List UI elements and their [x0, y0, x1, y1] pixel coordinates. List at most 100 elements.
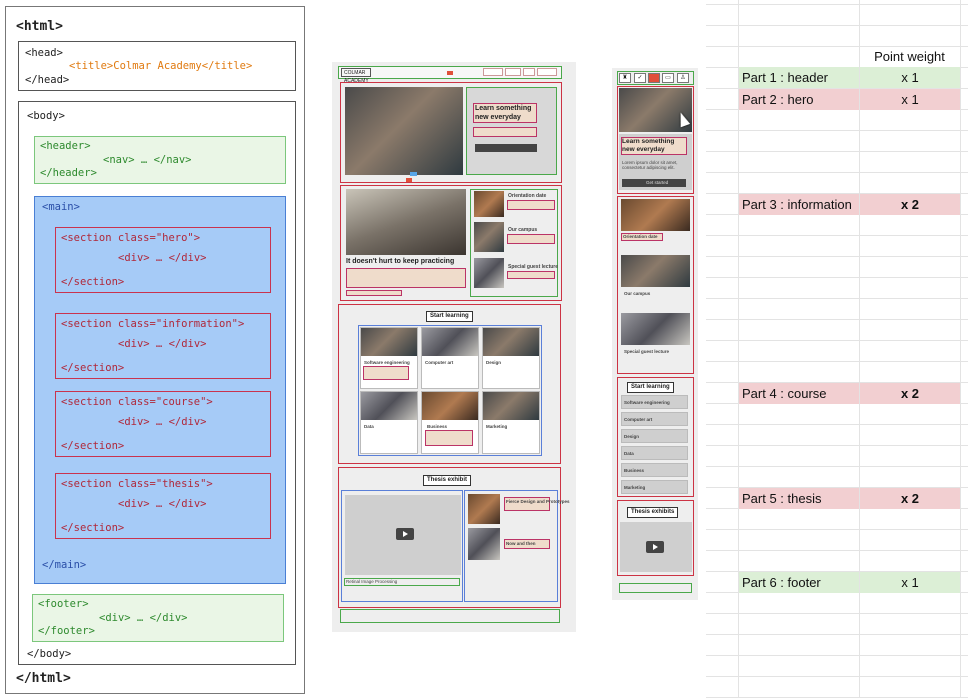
section-course-close: </section>: [61, 440, 125, 452]
row-header-part[interactable]: Part 1 : header: [739, 67, 859, 88]
course-business: Business: [427, 424, 448, 429]
marker: [447, 71, 453, 75]
section-course-box: <section class="course"> <div> … </div> …: [55, 391, 271, 457]
body-box: <body> <header> <nav> … </nav> </header>…: [18, 101, 296, 665]
desktop-info-heading: It doesn't hurt to keep practicing: [346, 258, 455, 265]
nav-tag: <nav> … </nav>: [103, 154, 192, 166]
point-weight-sheet: Point weight Part 1 : header x 1 Part 2 …: [706, 0, 968, 698]
mobile-course-computer-art: Computer art: [624, 417, 653, 422]
section-thesis-close: </section>: [61, 522, 125, 534]
section-thesis-open: <section class="thesis">: [61, 478, 213, 490]
head-box: <head> <title>Colmar Academy</title> </h…: [18, 41, 296, 91]
desktop-nav-item: [483, 68, 503, 76]
html-close-tag: </html>: [16, 671, 71, 686]
check-icon[interactable]: ✓: [634, 73, 646, 83]
footer-box: <footer> <div> … </div> </footer>: [32, 594, 284, 642]
header-box: <header> <nav> … </nav> </header>: [34, 136, 286, 184]
course-photo: [422, 392, 478, 420]
info-text-box: [346, 268, 466, 288]
footer-open-tag: <footer>: [38, 598, 89, 610]
section-hero-box: <section class="hero"> <div> … </div> </…: [55, 227, 271, 293]
mobile-course-design: Design: [624, 434, 640, 439]
row-course-weight[interactable]: x 2: [860, 383, 960, 404]
video-icon[interactable]: [648, 73, 660, 83]
mobile-play-icon[interactable]: [646, 541, 664, 553]
campus-photo: [474, 222, 504, 252]
info-item-orientation: Orientation date: [508, 193, 547, 199]
mobile-guest-photo: [621, 313, 690, 345]
row-course-part[interactable]: Part 4 : course: [739, 383, 859, 404]
row-thesis-part[interactable]: Part 5 : thesis: [739, 488, 859, 509]
section-thesis-div: <div> … </div>: [118, 498, 207, 510]
title-tag: <title>Colmar Academy</title>: [69, 60, 253, 72]
hero-text-box: [473, 127, 537, 137]
marker: [410, 172, 417, 176]
guest-lecture-photo: [474, 258, 504, 288]
hero-photo: [345, 87, 463, 175]
footer-div-tag: <div> … </div>: [99, 612, 188, 624]
mobile-orientation-photo: [621, 199, 690, 231]
course-photo: [483, 328, 539, 356]
orientation-photo: [474, 191, 504, 217]
sheet-header[interactable]: Point weight: [859, 46, 960, 67]
info-item-guest-lecture: Special guest lecture: [508, 264, 559, 270]
mobile-course-data: Data: [624, 451, 634, 456]
course-marketing: Marketing: [486, 424, 508, 429]
mobile-info-orientation: Orientation date: [623, 234, 658, 239]
info-item-box: [507, 234, 555, 244]
header-close-tag: </header>: [40, 167, 97, 179]
thesis-item-now: Now and then: [506, 541, 536, 546]
home-icon[interactable]: ♜: [619, 73, 631, 83]
info-item-campus: Our campus: [508, 227, 538, 233]
section-information-close: </section>: [61, 362, 125, 374]
head-close-tag: </head>: [25, 74, 70, 86]
row-information-part[interactable]: Part 3 : information: [739, 194, 859, 215]
row-footer-weight[interactable]: x 1: [860, 572, 960, 593]
section-hero-close: </section>: [61, 276, 125, 288]
row-hero-weight[interactable]: x 1: [860, 89, 960, 110]
mobile-footer: [619, 583, 692, 593]
row-hero-part[interactable]: Part 2 : hero: [739, 89, 859, 110]
course-text-box: [363, 366, 409, 380]
desktop-nav-item: [523, 68, 535, 76]
hero-button[interactable]: [475, 144, 537, 152]
section-course-open: <section class="course">: [61, 396, 213, 408]
course-text-box: [425, 430, 473, 446]
header-open-tag: <header>: [40, 140, 91, 152]
section-thesis-box: <section class="thesis"> <div> … </div> …: [55, 473, 271, 539]
body-close-tag: </body>: [27, 648, 72, 660]
section-hero-open: <section class="hero">: [61, 232, 201, 244]
main-open-tag: <main>: [42, 201, 80, 213]
course-computer-art: Computer art: [425, 360, 454, 365]
row-thesis-weight[interactable]: x 2: [860, 488, 960, 509]
section-course-div: <div> … </div>: [118, 416, 207, 428]
mobile-campus-photo: [621, 255, 690, 287]
info-link-box: [346, 290, 402, 296]
body-open-tag: <body>: [27, 110, 65, 122]
mobile-course-software: Software engineering: [624, 400, 670, 405]
mobile-hero-heading: Learn something new everyday: [622, 138, 675, 153]
mobile-course-heading: Start learning: [627, 382, 674, 393]
mobile-course-business: Business: [624, 468, 645, 473]
thesis-photo: [468, 528, 500, 560]
course-software-engineering: Software engineering: [364, 360, 410, 365]
course-photo: [483, 392, 539, 420]
monitor-icon[interactable]: ▭: [662, 73, 674, 83]
mobile-hero-button-label: Get started: [646, 180, 669, 185]
play-icon[interactable]: [396, 528, 414, 540]
mobile-hero-text: Lorem ipsum dolor sit amet, consectetur …: [622, 160, 678, 170]
section-hero-div: <div> … </div>: [118, 252, 207, 264]
user-icon[interactable]: ♙: [677, 73, 689, 83]
main-close-tag: </main>: [42, 559, 87, 571]
thesis-item-fierce: Fierce Design and Prototypes: [506, 499, 570, 504]
row-header-weight[interactable]: x 1: [860, 67, 960, 88]
mobile-info-guest: Special guest lecture: [624, 349, 670, 354]
desktop-nav-item: [537, 68, 557, 76]
html-structure-panel: <html> <head> <title>Colmar Academy</tit…: [5, 6, 305, 694]
desktop-nav-item: [505, 68, 521, 76]
desktop-hero-heading: Learn something new everyday: [475, 105, 532, 121]
row-information-weight[interactable]: x 2: [860, 194, 960, 215]
row-footer-part[interactable]: Part 6 : footer: [739, 572, 859, 593]
desktop-thesis-heading: Thesis exhibit: [423, 475, 472, 486]
course-photo: [361, 392, 417, 420]
